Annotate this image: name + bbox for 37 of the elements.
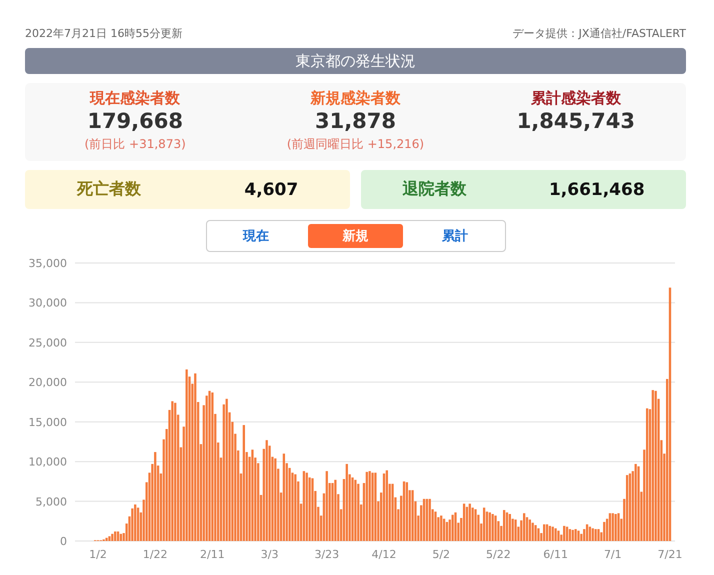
card-label: 死亡者数: [76, 179, 141, 200]
stat-label: 累計感染者数: [530, 89, 621, 108]
x-axis-label: 1/2: [89, 548, 107, 560]
chart-tab[interactable]: 新規: [308, 224, 404, 248]
x-axis-label: 7/1: [604, 548, 622, 560]
x-axis-label: 7/21: [658, 548, 682, 560]
card-value: 4,607: [244, 180, 298, 200]
stat-value: 1,845,743: [516, 109, 635, 133]
x-axis-label: 3/3: [260, 548, 278, 560]
y-axis-label: 20,000: [28, 376, 67, 390]
stat-change: (前週同曜日比 +15,216): [286, 136, 424, 153]
stat-change: (前日比 +31,873): [84, 136, 186, 153]
x-axis-label: 6/11: [543, 548, 568, 560]
stat-value: 31,878: [314, 109, 396, 133]
x-axis-label: 5/22: [486, 548, 511, 560]
y-axis-label: 0: [60, 535, 67, 548]
x-axis-label: 1/22: [142, 548, 168, 560]
chart-tab[interactable]: 累計: [407, 224, 502, 248]
y-axis-label: 15,000: [28, 416, 67, 429]
card-label: 退院者数: [402, 179, 466, 200]
y-axis-label: 5,000: [36, 495, 67, 508]
y-axis-label: 25,000: [28, 336, 67, 350]
stat-value: 179,668: [87, 109, 183, 133]
x-axis-label: 4/12: [372, 548, 396, 560]
card-value: 1,661,468: [548, 180, 645, 200]
stat-label: 新規感染者数: [310, 89, 400, 108]
data-source: データ提供：JX通信社/FASTALERT: [512, 26, 686, 42]
x-axis-label: 5/2: [432, 548, 450, 560]
chart-tab[interactable]: 現在: [208, 224, 304, 248]
section-title: 東京都の発生状況: [25, 48, 686, 74]
x-axis-label: 3/23: [314, 548, 340, 560]
x-axis-label: 2/11: [200, 548, 225, 560]
stat-label: 現在感染者数: [90, 89, 180, 108]
update-time: 2022年7月21日 16時55分更新: [25, 26, 182, 42]
y-axis-label: 30,000: [28, 296, 67, 310]
y-axis-label: 35,000: [28, 257, 67, 270]
y-axis-label: 10,000: [28, 456, 67, 469]
